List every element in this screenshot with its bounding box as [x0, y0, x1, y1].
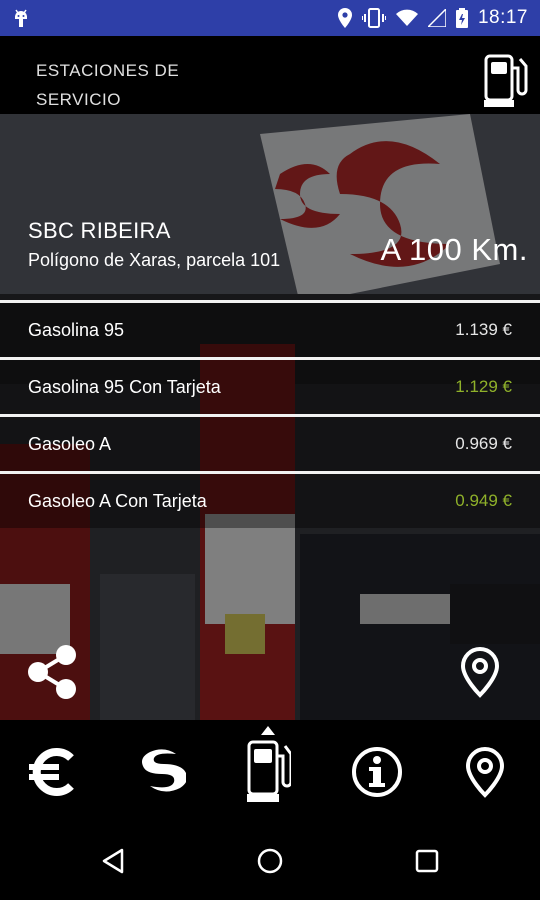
- wifi-icon: [395, 9, 418, 27]
- status-bar: 18:17: [0, 0, 540, 36]
- tab-stations[interactable]: [234, 740, 304, 804]
- signal-icon: [427, 9, 446, 27]
- fuel-pump-icon: [484, 54, 528, 113]
- station-info: SBC RIBEIRA Polígono de Xaras, parcela 1…: [28, 218, 280, 271]
- status-time: 18:17: [477, 7, 528, 28]
- station-address: Polígono de Xaras, parcela 101: [28, 250, 281, 270]
- bottom-tab-bar: [0, 720, 540, 820]
- location-pin-icon: [465, 746, 505, 803]
- location-pin-icon: [460, 646, 500, 702]
- fuel-pump-icon: [247, 740, 293, 809]
- share-button[interactable]: [26, 644, 78, 705]
- tab-sbc[interactable]: [126, 744, 196, 804]
- fuel-name: Gasoleo A Con Tarjeta: [28, 490, 207, 511]
- tab-info[interactable]: [342, 744, 412, 804]
- battery-icon: [455, 8, 468, 28]
- station-name: SBC RIBEIRA: [28, 218, 171, 243]
- android-debug-icon: [12, 8, 30, 28]
- page-title: ESTACIONES DE SERVICIO: [36, 61, 180, 109]
- fuel-name: Gasolina 95 Con Tarjeta: [28, 376, 221, 397]
- price-row: Gasolina 95 1.139 €: [0, 300, 540, 357]
- vibrate-icon: [361, 8, 386, 28]
- sbc-logo-icon: [136, 746, 188, 803]
- back-button[interactable]: [98, 848, 128, 878]
- fuel-price-card: 0.949 €: [455, 491, 512, 510]
- station-hero: SBC RIBEIRA Polígono de Xaras, parcela 1…: [0, 114, 540, 720]
- recents-icon: [414, 848, 440, 879]
- price-list: Gasolina 95 1.139 € Gasolina 95 Con Tarj…: [0, 300, 540, 528]
- back-icon: [100, 847, 126, 880]
- fuel-name: Gasoleo A: [28, 433, 112, 454]
- fuel-name: Gasolina 95: [28, 319, 125, 340]
- home-button[interactable]: [255, 848, 285, 878]
- system-nav-bar: [0, 820, 540, 900]
- app-header: ESTACIONES DE SERVICIO: [0, 36, 540, 114]
- price-row: Gasolina 95 Con Tarjeta 1.129 €: [0, 357, 540, 414]
- map-location-button[interactable]: [460, 646, 500, 703]
- active-tab-indicator: [261, 726, 275, 735]
- price-row: Gasoleo A 0.969 €: [0, 414, 540, 471]
- fuel-price: 0.969 €: [455, 434, 512, 453]
- info-icon: [351, 746, 403, 803]
- tab-prices[interactable]: [18, 744, 88, 804]
- euro-icon: [27, 746, 79, 803]
- home-icon: [256, 847, 284, 880]
- recents-button[interactable]: [412, 848, 442, 878]
- price-row: Gasoleo A Con Tarjeta 0.949 €: [0, 471, 540, 528]
- station-distance: A 100 Km.: [380, 232, 528, 267]
- location-icon: [337, 8, 352, 28]
- share-icon: [26, 645, 78, 704]
- fuel-price-card: 1.129 €: [455, 377, 512, 396]
- fuel-price: 1.139 €: [455, 320, 512, 339]
- tab-map[interactable]: [450, 744, 520, 804]
